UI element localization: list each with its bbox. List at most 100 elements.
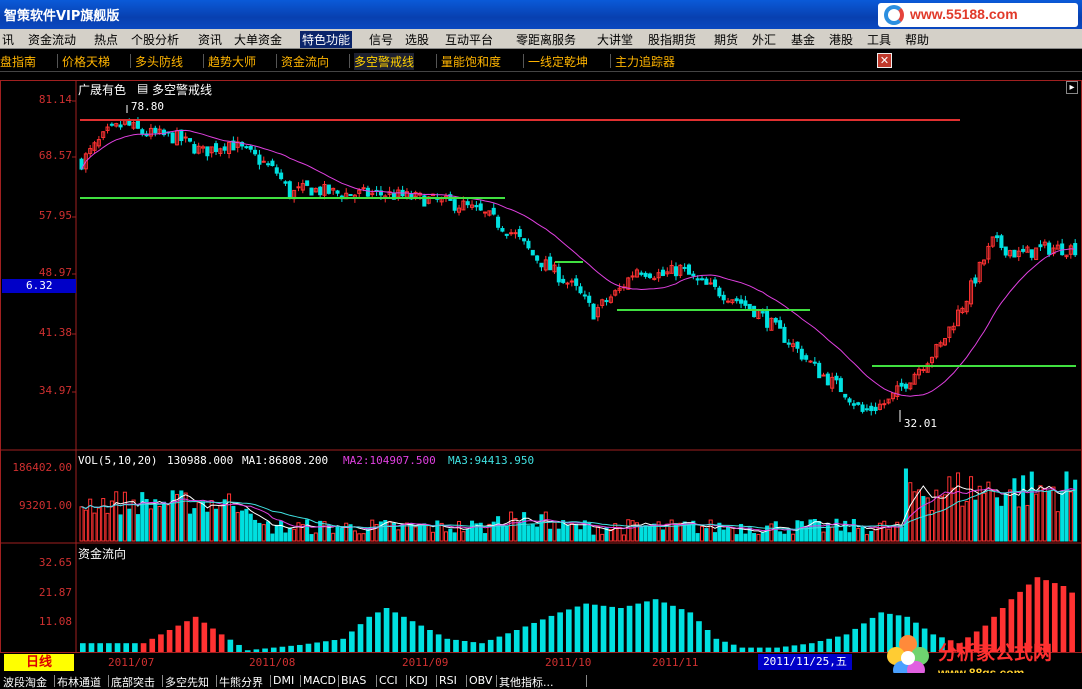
candle-down: [587, 295, 592, 303]
flow-bar: [817, 641, 824, 652]
menu-item-13[interactable]: 期货: [714, 31, 738, 48]
volume-bar: [261, 524, 266, 542]
indicator-icon: ▤: [137, 81, 149, 95]
candle-down: [795, 341, 800, 349]
indicator-tab-12[interactable]: 其他指标...: [499, 674, 554, 689]
chart-canvas[interactable]: [0, 80, 1082, 653]
tab-separator: [349, 54, 350, 68]
menu-item-6[interactable]: 特色功能: [300, 31, 353, 48]
volume-bar: [530, 524, 535, 542]
menu-item-10[interactable]: 零距离服务: [516, 31, 576, 48]
menu-item-4[interactable]: 资讯: [198, 31, 222, 48]
indicator-tab-3[interactable]: 多空先知: [165, 674, 209, 689]
flow-bar: [114, 643, 121, 652]
brand-logo: www.55188.com: [878, 3, 1078, 27]
candle-down: [812, 361, 817, 364]
indicator-tab-11[interactable]: OBV: [469, 674, 492, 687]
volume-bar: [990, 489, 995, 542]
volume-bar: [543, 511, 548, 542]
volume-bar: [643, 525, 648, 542]
stock-chart[interactable]: 广晟有色 ▤ 多空警戒线 ▸ VOL(5,10,20) 130988.000 M…: [0, 80, 1082, 653]
volume-bar: [335, 526, 340, 542]
candle-down: [686, 264, 692, 275]
menu-item-5[interactable]: 大单资金: [234, 31, 282, 48]
flow-bar: [158, 634, 164, 652]
flow-bar: [548, 615, 555, 652]
indicator-tab-0[interactable]: 波段淘金: [3, 674, 47, 689]
feature-tab-3[interactable]: 趋势大师: [208, 53, 256, 70]
flow-bar: [843, 634, 850, 652]
menu-item-14[interactable]: 外汇: [752, 31, 776, 48]
indicator-tab-2[interactable]: 底部突击: [111, 674, 155, 689]
feature-tab-7[interactable]: 一线定乾坤: [528, 53, 588, 70]
menu-item-8[interactable]: 选股: [405, 31, 429, 48]
candle-down: [170, 132, 175, 144]
volume-bar: [1047, 490, 1052, 542]
candle-down: [773, 318, 778, 323]
indicator-tab-9[interactable]: KDJ: [409, 674, 428, 687]
feature-tab-2[interactable]: 多头防线: [135, 53, 183, 70]
volume-bar: [426, 525, 431, 542]
volume-bar: [743, 533, 748, 542]
menu-item-18[interactable]: 帮助: [905, 31, 929, 48]
tab-separator: [523, 54, 524, 68]
flow-bar: [487, 639, 494, 652]
volume-bar: [995, 497, 1000, 542]
volume-bar: [218, 504, 223, 542]
menu-item-7[interactable]: 信号: [369, 31, 393, 48]
panel-menu-arrow-icon[interactable]: ▸: [1066, 81, 1078, 94]
indicator-tab-5[interactable]: DMI: [273, 674, 294, 687]
menu-item-11[interactable]: 大讲堂: [597, 31, 633, 48]
menu-item-1[interactable]: 资金流动: [28, 31, 76, 48]
candle-down: [1047, 242, 1052, 255]
tab-separator: [586, 675, 587, 687]
period-daily-button[interactable]: 日线: [4, 654, 74, 671]
flow-bar: [210, 628, 216, 652]
menu-item-12[interactable]: 股指期货: [648, 31, 696, 48]
flow-bar: [800, 644, 806, 652]
candle-down: [834, 375, 839, 381]
volume-bar: [1029, 471, 1034, 542]
menu-item-0[interactable]: 讯: [2, 31, 14, 48]
menu-item-2[interactable]: 热点: [94, 31, 118, 48]
candle-down: [274, 167, 279, 174]
candle-down: [140, 129, 145, 135]
flow-bar: [349, 631, 355, 652]
indicator-tab-6[interactable]: MACD: [303, 674, 336, 687]
feature-tab-1[interactable]: 价格天梯: [62, 53, 110, 70]
volume-bar: [821, 531, 826, 542]
indicator-tab-1[interactable]: 布林通道: [57, 674, 101, 689]
feature-tab-4[interactable]: 资金流向: [281, 53, 329, 70]
flow-bar: [470, 642, 477, 652]
menu-item-9[interactable]: 互动平台: [445, 31, 493, 48]
menu-item-16[interactable]: 港股: [829, 31, 853, 48]
feature-tab-5[interactable]: 多空警戒线: [354, 53, 415, 70]
candle-down: [1003, 246, 1008, 256]
menu-item-15[interactable]: 基金: [791, 31, 815, 48]
indicator-tab-10[interactable]: RSI: [439, 674, 457, 687]
volume-bar: [253, 519, 258, 542]
volume-bar: [925, 497, 930, 542]
feature-tab-8[interactable]: 主力追踪器: [615, 53, 675, 70]
feature-tab-0[interactable]: 盘指南: [0, 53, 36, 70]
flow-bar: [244, 650, 251, 652]
indicator-tab-7[interactable]: BIAS: [341, 674, 366, 687]
volume-bar: [864, 534, 869, 542]
volume-bar: [322, 521, 327, 542]
candle-down: [995, 235, 1000, 239]
indicator-tab-4[interactable]: 牛熊分界: [219, 674, 263, 689]
candle-down: [491, 207, 496, 215]
title-bar: 智策软件VIP旗舰版 www.55188.com: [0, 0, 1082, 29]
volume-bar: [522, 512, 527, 542]
close-tabbar-icon[interactable]: ✕: [877, 53, 892, 68]
feature-tab-6[interactable]: 量能饱和度: [441, 53, 501, 70]
volume-bar: [157, 505, 162, 542]
flow-bar: [357, 624, 364, 652]
indicator-tab-8[interactable]: CCI: [379, 674, 398, 687]
menu-item-17[interactable]: 工具: [867, 31, 891, 48]
tab-separator: [130, 54, 131, 68]
cursor-value: 6.32: [2, 279, 76, 293]
volume-bar: [483, 533, 488, 542]
volume-bar: [309, 534, 314, 542]
menu-item-3[interactable]: 个股分析: [131, 31, 179, 48]
